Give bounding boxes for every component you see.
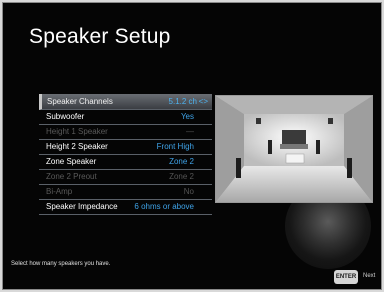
- menu-item-value: 5.1.2 ch: [168, 97, 197, 106]
- menu-item-value: Zone 2: [169, 157, 194, 166]
- help-text: Select how many speakers you have.: [11, 261, 111, 267]
- menu-item-zone-2-preout: Zone 2 Preout Zone 2: [39, 170, 212, 185]
- front-right-speaker-icon: [316, 140, 320, 154]
- menu-item-speaker-impedance[interactable]: Speaker Impedance 6 ohms or above: [39, 200, 212, 215]
- menu-item-height-1-speaker: Height 1 Speaker —: [39, 125, 212, 140]
- room-3d-illustration: [216, 96, 372, 202]
- menu-item-label: Bi-Amp: [46, 187, 73, 196]
- menu-item-zone-speaker[interactable]: Zone Speaker Zone 2: [39, 155, 212, 170]
- speaker-settings-menu: Speaker Channels 5.1.2 ch <> Subwoofer Y…: [39, 94, 212, 215]
- menu-item-value: —: [186, 127, 194, 136]
- menu-item-height-2-speaker[interactable]: Height 2 Speaker Front High: [39, 140, 212, 155]
- menu-item-label: Height 1 Speaker: [46, 127, 108, 136]
- height-left-speaker-icon: [256, 118, 261, 124]
- menu-item-label: Zone Speaker: [46, 157, 97, 166]
- page-title: Speaker Setup: [29, 25, 171, 48]
- menu-item-bi-amp: Bi-Amp No: [39, 185, 212, 200]
- menu-item-label: Speaker Impedance: [46, 202, 118, 211]
- height-right-speaker-icon: [328, 118, 333, 124]
- front-left-speaker-icon: [268, 140, 272, 154]
- menu-item-label: Speaker Channels: [47, 97, 113, 106]
- menu-item-label: Subwoofer: [46, 112, 85, 121]
- menu-item-value: Yes: [180, 112, 194, 121]
- menu-item-label: Height 2 Speaker: [46, 142, 108, 151]
- menu-item-value: Zone 2: [169, 172, 194, 181]
- next-label: Next: [363, 273, 376, 279]
- speaker-setup-screen: Speaker Setup Speaker Channels 5.1.2 ch …: [2, 2, 382, 290]
- tv-icon: [282, 130, 306, 144]
- left-right-arrows-icon[interactable]: <>: [199, 94, 208, 109]
- menu-item-subwoofer[interactable]: Subwoofer Yes: [39, 110, 212, 125]
- menu-item-label: Zone 2 Preout: [46, 172, 97, 181]
- menu-item-speaker-channels[interactable]: Speaker Channels 5.1.2 ch <>: [39, 94, 212, 110]
- menu-item-value: Front High: [156, 142, 194, 151]
- menu-item-value: 6 ohms or above: [134, 202, 194, 211]
- room-preview-image: [215, 95, 373, 203]
- sofa-icon: [285, 153, 305, 164]
- surround-left-speaker-icon: [236, 158, 241, 178]
- enter-button[interactable]: ENTER: [334, 270, 358, 284]
- surround-right-speaker-icon: [347, 158, 352, 178]
- menu-item-value: No: [183, 187, 194, 196]
